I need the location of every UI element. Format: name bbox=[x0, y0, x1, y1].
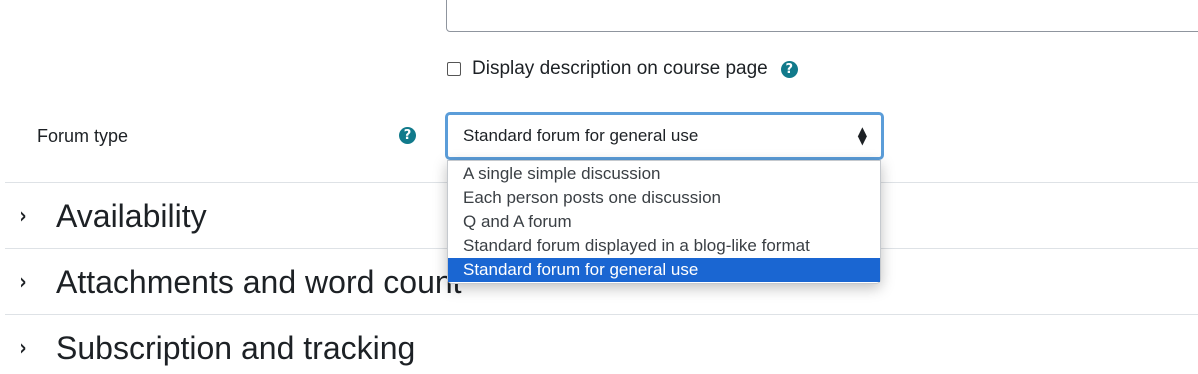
dropdown-option[interactable]: Q and A forum bbox=[448, 210, 880, 234]
chevron-right-icon: › bbox=[19, 269, 27, 295]
chevron-right-icon: › bbox=[19, 203, 27, 229]
dropdown-option[interactable]: A single simple discussion bbox=[448, 162, 880, 186]
dropdown-option-selected[interactable]: Standard forum for general use bbox=[448, 258, 880, 282]
section-title: Availability bbox=[56, 197, 207, 234]
forum-type-selected-value: Standard forum for general use bbox=[463, 126, 699, 145]
section-title: Attachments and word count bbox=[56, 263, 462, 300]
description-textarea[interactable] bbox=[446, 0, 1198, 32]
forum-type-select[interactable]: Standard forum for general use ▲ ▼ bbox=[445, 112, 884, 160]
chevron-right-icon: › bbox=[19, 335, 27, 361]
dropdown-option[interactable]: Standard forum displayed in a blog-like … bbox=[448, 234, 880, 258]
display-description-checkbox[interactable] bbox=[447, 62, 461, 76]
forum-type-label: Forum type bbox=[37, 126, 129, 146]
section-title: Subscription and tracking bbox=[56, 329, 416, 366]
forum-settings-form: Display description on course page ? For… bbox=[0, 0, 1198, 374]
dropdown-option[interactable]: Each person posts one discussion bbox=[448, 186, 880, 210]
section-subscription[interactable]: › Subscription and tracking bbox=[5, 314, 1198, 374]
help-icon[interactable]: ? bbox=[780, 60, 798, 78]
display-description-row: Display description on course page ? bbox=[447, 58, 798, 80]
select-arrow-icon: ▲ ▼ bbox=[857, 124, 867, 147]
display-description-label[interactable]: Display description on course page bbox=[472, 58, 768, 80]
forum-type-dropdown-list: A single simple discussion Each person p… bbox=[447, 160, 881, 284]
forum-type-help-icon[interactable]: ? bbox=[399, 127, 416, 144]
